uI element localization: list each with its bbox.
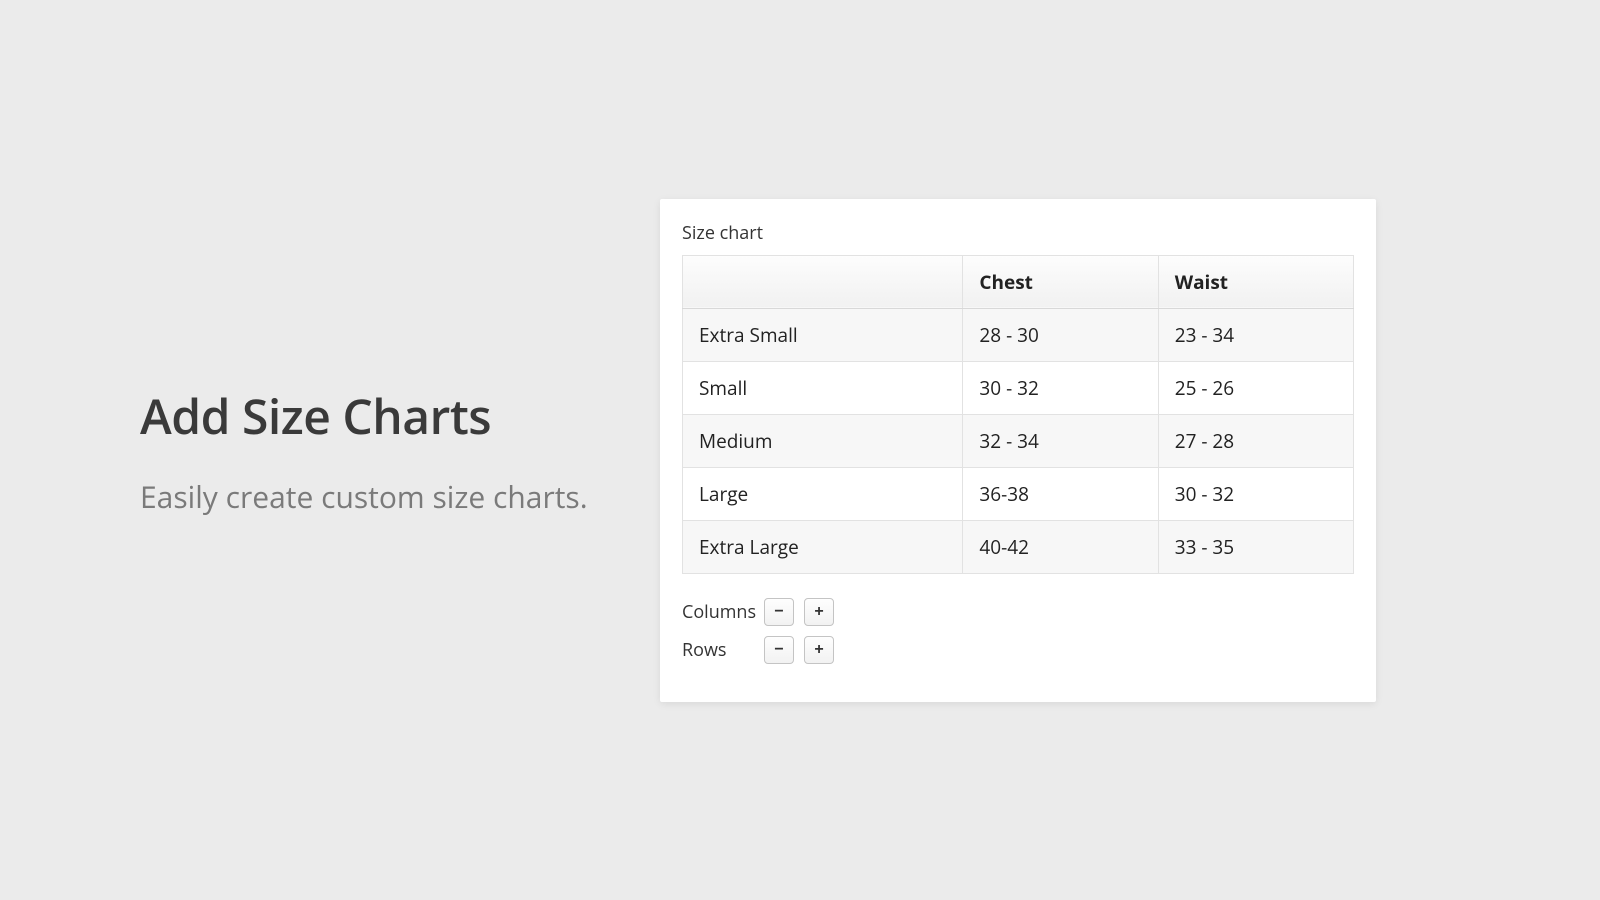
add-row-button[interactable]: + — [804, 636, 834, 664]
table-cell[interactable]: 33 - 35 — [1158, 520, 1353, 573]
table-row: Small 30 - 32 25 - 26 — [683, 361, 1354, 414]
table-row: Medium 32 - 34 27 - 28 — [683, 414, 1354, 467]
size-chart-card: Size chart Chest Waist Extra Small 28 - … — [660, 199, 1376, 702]
table-header[interactable] — [683, 255, 963, 308]
add-column-button[interactable]: + — [804, 598, 834, 626]
minus-icon: − — [774, 641, 783, 659]
size-chart-table: Chest Waist Extra Small 28 - 30 23 - 34 … — [682, 255, 1354, 574]
columns-control-row: Columns − + — [682, 598, 1354, 626]
columns-label: Columns — [682, 600, 764, 624]
table-cell[interactable]: 32 - 34 — [963, 414, 1158, 467]
card-title: Size chart — [682, 221, 1354, 245]
table-cell[interactable]: 27 - 28 — [1158, 414, 1353, 467]
table-cell[interactable]: Extra Large — [683, 520, 963, 573]
table-row: Extra Small 28 - 30 23 - 34 — [683, 308, 1354, 361]
table-cell[interactable]: 25 - 26 — [1158, 361, 1353, 414]
table-header[interactable]: Chest — [963, 255, 1158, 308]
plus-icon: + — [814, 603, 823, 621]
table-cell[interactable]: 36-38 — [963, 467, 1158, 520]
remove-column-button[interactable]: − — [764, 598, 794, 626]
minus-icon: − — [774, 603, 783, 621]
table-cell[interactable]: 30 - 32 — [1158, 467, 1353, 520]
remove-row-button[interactable]: − — [764, 636, 794, 664]
table-row: Large 36-38 30 - 32 — [683, 467, 1354, 520]
table-cell[interactable]: Large — [683, 467, 963, 520]
table-controls: Columns − + Rows − + — [682, 598, 1354, 664]
page-subtitle: Easily create custom size charts. — [140, 477, 590, 516]
table-cell[interactable]: 30 - 32 — [963, 361, 1158, 414]
left-panel: Add Size Charts Easily create custom siz… — [140, 384, 590, 516]
table-cell[interactable]: Small — [683, 361, 963, 414]
table-cell[interactable]: 23 - 34 — [1158, 308, 1353, 361]
table-cell[interactable]: 28 - 30 — [963, 308, 1158, 361]
table-cell[interactable]: Medium — [683, 414, 963, 467]
rows-label: Rows — [682, 638, 764, 662]
plus-icon: + — [814, 641, 823, 659]
table-header-row: Chest Waist — [683, 255, 1354, 308]
page-title: Add Size Charts — [140, 384, 590, 449]
rows-control-row: Rows − + — [682, 636, 1354, 664]
table-row: Extra Large 40-42 33 - 35 — [683, 520, 1354, 573]
main-container: Add Size Charts Easily create custom siz… — [0, 199, 1600, 702]
table-header[interactable]: Waist — [1158, 255, 1353, 308]
table-cell[interactable]: Extra Small — [683, 308, 963, 361]
table-cell[interactable]: 40-42 — [963, 520, 1158, 573]
